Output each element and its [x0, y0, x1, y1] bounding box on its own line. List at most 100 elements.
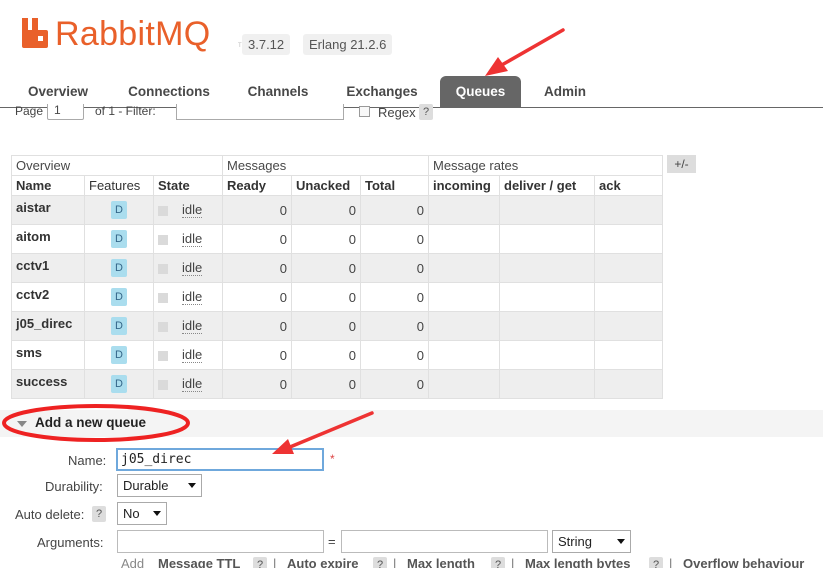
queue-name-link[interactable]: aistar	[11, 195, 85, 225]
col-header-state[interactable]: State	[153, 175, 223, 196]
chevron-down-icon	[188, 483, 196, 488]
queue-name-input[interactable]: j05_direc	[116, 448, 324, 471]
state-label: idle	[182, 289, 203, 305]
incoming-rate	[428, 195, 500, 225]
link-separator: |	[669, 556, 673, 568]
arguments-label: Arguments:	[37, 535, 104, 550]
regex-checkbox[interactable]	[359, 106, 370, 117]
overflow-behaviour-link[interactable]: Overflow behaviour	[683, 556, 804, 568]
message-ttl-link[interactable]: Message TTL	[158, 556, 240, 568]
auto-delete-help-icon[interactable]: ?	[92, 506, 106, 522]
col-header-unacked[interactable]: Unacked	[291, 175, 361, 196]
unacked-count: 0	[291, 195, 361, 225]
queue-name-link[interactable]: aitom	[11, 224, 85, 254]
col-header-ack[interactable]: ack	[594, 175, 663, 196]
tab-channels[interactable]: Channels	[238, 76, 318, 107]
add-label: Add	[121, 556, 145, 568]
queue-name-link[interactable]: sms	[11, 340, 85, 370]
ready-count: 0	[222, 340, 292, 370]
table-row: sms D idle 0 0 0	[11, 340, 663, 370]
tab-connections[interactable]: Connections	[118, 76, 220, 107]
deliver-get-rate	[499, 282, 595, 312]
col-header-ready[interactable]: Ready	[222, 175, 292, 196]
durability-select[interactable]: Durable	[117, 474, 202, 497]
ready-count: 0	[222, 224, 292, 254]
state-indicator-icon	[158, 234, 168, 245]
group-header-overview: Overview	[11, 155, 223, 176]
regex-help-icon[interactable]: ?	[419, 104, 433, 120]
max-length-help-icon[interactable]: ?	[491, 557, 505, 568]
durable-feature-badge: D	[111, 230, 127, 248]
chevron-down-icon	[617, 539, 625, 544]
argument-type-select[interactable]: String	[552, 530, 631, 553]
total-count: 0	[360, 282, 429, 312]
queue-name-link[interactable]: success	[11, 369, 85, 399]
deliver-get-rate	[499, 340, 595, 370]
incoming-rate	[428, 311, 500, 341]
col-header-deliver-get[interactable]: deliver / get	[499, 175, 595, 196]
ready-count: 0	[222, 369, 292, 399]
ack-rate	[594, 282, 663, 312]
link-separator: |	[511, 556, 515, 568]
col-header-name[interactable]: Name	[11, 175, 85, 196]
add-queue-section-header[interactable]: Add a new queue	[0, 410, 823, 437]
collapse-triangle-icon	[17, 421, 27, 427]
queue-name-link[interactable]: cctv2	[11, 282, 85, 312]
incoming-rate	[428, 253, 500, 283]
deliver-get-rate	[499, 311, 595, 341]
columns-toggle-button[interactable]: +/-	[667, 155, 696, 173]
tab-overview[interactable]: Overview	[16, 76, 100, 107]
queues-table: Overview Messages Message rates Name Fea…	[11, 155, 663, 399]
auto-delete-select[interactable]: No	[117, 502, 167, 525]
unacked-count: 0	[291, 253, 361, 283]
argument-value-input[interactable]	[341, 530, 548, 553]
max-length-bytes-link[interactable]: Max length bytes	[525, 556, 630, 568]
erlang-version-badge: Erlang 21.2.6	[303, 34, 393, 55]
table-row: cctv2 D idle 0 0 0	[11, 282, 663, 312]
max-length-bytes-help-icon[interactable]: ?	[649, 557, 663, 568]
filter-input[interactable]	[176, 104, 344, 120]
total-count: 0	[360, 195, 429, 225]
logo-wordmark: RabbitMQ	[55, 15, 211, 53]
page-select[interactable]: 1	[47, 104, 84, 120]
ack-rate	[594, 195, 663, 225]
state-indicator-icon	[158, 292, 168, 303]
argument-key-input[interactable]	[117, 530, 324, 553]
argument-type-selected-value: String	[558, 534, 592, 549]
ack-rate	[594, 224, 663, 254]
state-label: idle	[182, 318, 203, 334]
tab-exchanges[interactable]: Exchanges	[338, 76, 426, 107]
durability-label: Durability:	[45, 479, 103, 494]
deliver-get-rate	[499, 253, 595, 283]
total-count: 0	[360, 224, 429, 254]
argument-shortcuts-row: Add Message TTL ? | Auto expire ? | Max …	[0, 556, 823, 568]
state-label: idle	[182, 202, 203, 218]
queue-name-link[interactable]: cctv1	[11, 253, 85, 283]
col-header-total[interactable]: Total	[360, 175, 429, 196]
incoming-rate	[428, 340, 500, 370]
state-label: idle	[182, 347, 203, 363]
unacked-count: 0	[291, 224, 361, 254]
col-header-features: Features	[84, 175, 154, 196]
durable-feature-badge: D	[111, 346, 127, 364]
max-length-link[interactable]: Max length	[407, 556, 475, 568]
ready-count: 0	[222, 282, 292, 312]
unacked-count: 0	[291, 282, 361, 312]
incoming-rate	[428, 369, 500, 399]
deliver-get-rate	[499, 224, 595, 254]
auto-expire-link[interactable]: Auto expire	[287, 556, 359, 568]
argument-equals-sign: =	[328, 534, 336, 549]
paging-filter-row: Page 1 of 1 - Filter: Regex ?	[0, 104, 823, 120]
queue-name-link[interactable]: j05_direc	[11, 311, 85, 341]
state-label: idle	[182, 231, 203, 247]
ack-rate	[594, 311, 663, 341]
tab-admin[interactable]: Admin	[535, 76, 595, 107]
durable-feature-badge: D	[111, 288, 127, 306]
rabbitmq-logo-icon	[22, 18, 48, 48]
unacked-count: 0	[291, 340, 361, 370]
message-ttl-help-icon[interactable]: ?	[253, 557, 267, 568]
ack-rate	[594, 340, 663, 370]
col-header-incoming[interactable]: incoming	[428, 175, 500, 196]
durable-feature-badge: D	[111, 317, 127, 335]
auto-expire-help-icon[interactable]: ?	[373, 557, 387, 568]
